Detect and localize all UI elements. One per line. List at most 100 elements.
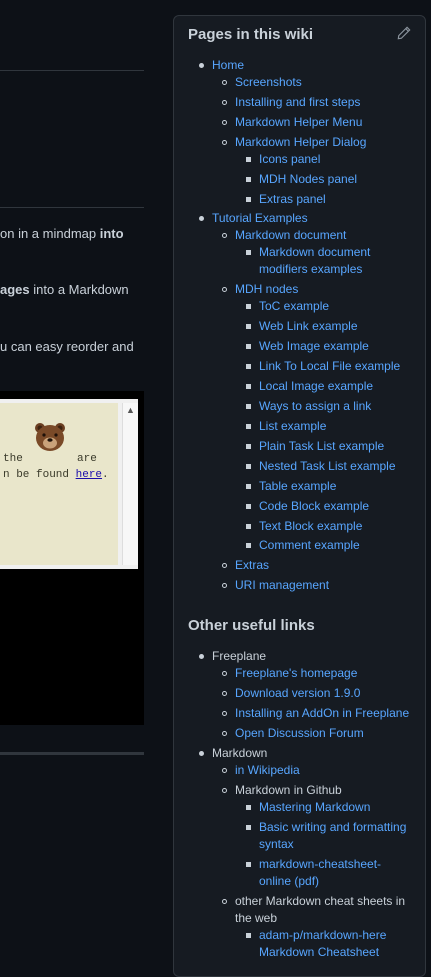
list-bullet (222, 899, 227, 904)
embedded-document: the are n be found here. (0, 403, 118, 565)
scroll-up-icon: ▲ (126, 405, 135, 415)
list-bullet (222, 287, 227, 292)
list-bullet (246, 464, 251, 469)
paragraph: u can easy reorder and (0, 339, 134, 354)
sidebar-item-plain-task-list[interactable]: Plain Task List example (259, 438, 384, 455)
paragraph: on in a mindmap into (0, 226, 124, 241)
sidebar-item-text-block[interactable]: Text Block example (259, 518, 362, 535)
link-mastering-markdown[interactable]: Mastering Markdown (259, 799, 370, 816)
section-divider (0, 70, 144, 71)
link-discussion-forum[interactable]: Open Discussion Forum (235, 725, 364, 742)
sidebar-item-helper-dialog[interactable]: Markdown Helper Dialog (235, 134, 366, 151)
sidebar-item-markdown-document[interactable]: Markdown document (235, 227, 346, 244)
wiki-sidebar: Pages in this wiki Home Screenshots Inst… (173, 15, 426, 977)
sidebar-item-toc-example[interactable]: ToC example (259, 298, 329, 315)
list-bullet (222, 563, 227, 568)
sidebar-item-installing[interactable]: Installing and first steps (235, 94, 360, 111)
embedded-line: the (3, 453, 23, 465)
paragraph-text: on in a mindmap (0, 226, 97, 241)
link-freeplane-homepage[interactable]: Freeplane's homepage (235, 665, 357, 682)
sidebar-item-doc-modifiers[interactable]: Markdown document modifiers examples (259, 244, 399, 278)
sidebar-item-tutorial-examples[interactable]: Tutorial Examples (212, 210, 308, 227)
screenshot-image: the are n be found here. ▲ (0, 391, 144, 725)
list-bullet (222, 788, 227, 793)
sidebar-item-home[interactable]: Home (212, 57, 244, 74)
list-bullet (246, 862, 251, 867)
list-bullet (222, 691, 227, 696)
link-installing-addon[interactable]: Installing an AddOn in Freeplane (235, 705, 409, 722)
sidebar-item-helper-menu[interactable]: Markdown Helper Menu (235, 114, 362, 131)
list-bullet (246, 384, 251, 389)
sidebar-item-mdh-nodes[interactable]: MDH nodes (235, 281, 298, 298)
embedded-scrollbar: ▲ (122, 403, 138, 565)
list-bullet (222, 120, 227, 125)
list-bullet (246, 324, 251, 329)
list-bullet (246, 444, 251, 449)
embedded-word: the (3, 453, 23, 465)
section-divider (0, 752, 144, 755)
list-bullet (222, 671, 227, 676)
embedded-line: are (77, 453, 97, 465)
list-bullet (222, 711, 227, 716)
link-group-freeplane: Freeplane (212, 649, 267, 663)
sidebar-item-icons-panel[interactable]: Icons panel (259, 151, 320, 168)
list-bullet (246, 197, 251, 202)
link-group-other-cheatsheets: other Markdown cheat sheets in the web (235, 894, 406, 925)
list-bullet (199, 216, 204, 221)
sidebar-item-table-example[interactable]: Table example (259, 478, 336, 495)
list-bullet (246, 250, 251, 255)
link-wikipedia[interactable]: in Wikipedia (235, 762, 300, 779)
link-download-version[interactable]: Download version 1.9.0 (235, 685, 360, 702)
sidebar-item-mdh-nodes-panel[interactable]: MDH Nodes panel (259, 171, 357, 188)
sidebar-item-local-file[interactable]: Link To Local File example (259, 358, 400, 375)
list-bullet (246, 304, 251, 309)
list-bullet (246, 543, 251, 548)
list-bullet (222, 80, 227, 85)
sidebar-item-screenshots[interactable]: Screenshots (235, 74, 302, 91)
list-bullet (222, 140, 227, 145)
list-bullet (246, 157, 251, 162)
link-group-markdown-github: Markdown in Github (235, 783, 342, 797)
sidebar-item-nested-task-list[interactable]: Nested Task List example (259, 458, 396, 475)
list-bullet (246, 825, 251, 830)
bear-icon (35, 423, 65, 451)
list-bullet (246, 344, 251, 349)
link-basic-writing[interactable]: Basic writing and formatting syntax (259, 819, 411, 853)
sidebar-item-list-example[interactable]: List example (259, 418, 326, 435)
paragraph-bold-text: into (99, 226, 124, 241)
sidebar-item-assign-link[interactable]: Ways to assign a link (259, 398, 371, 415)
section-divider (0, 207, 144, 208)
list-bullet (246, 524, 251, 529)
paragraph: ages into a Markdown (0, 282, 129, 297)
sidebar-item-uri-management[interactable]: URI management (235, 577, 329, 594)
embedded-window: the are n be found here. ▲ (0, 399, 138, 569)
embedded-word: are (77, 453, 97, 465)
pencil-icon[interactable] (397, 26, 411, 40)
sidebar-item-comment-example[interactable]: Comment example (259, 537, 360, 554)
link-adam-p-cheatsheet[interactable]: adam-p/markdown-here Markdown Cheatsheet (259, 927, 399, 961)
other-links-title: Other useful links (188, 617, 315, 634)
list-bullet (222, 100, 227, 105)
embedded-link[interactable]: here (76, 469, 102, 481)
list-bullet (246, 484, 251, 489)
paragraph-text: u can easy reorder and (0, 339, 134, 354)
sidebar-item-local-image[interactable]: Local Image example (259, 378, 373, 395)
link-cheatsheet-online[interactable]: markdown-cheatsheet-online (pdf) (259, 856, 389, 890)
list-bullet (246, 504, 251, 509)
embedded-line: n be found here. (3, 469, 109, 481)
link-group-markdown: Markdown (212, 746, 268, 760)
sidebar-item-web-image[interactable]: Web Image example (259, 338, 369, 355)
list-bullet (222, 233, 227, 238)
sidebar-item-web-link[interactable]: Web Link example (259, 318, 358, 335)
sidebar-item-extras[interactable]: Extras (235, 557, 269, 574)
sidebar-item-code-block[interactable]: Code Block example (259, 498, 369, 515)
list-bullet (199, 751, 204, 756)
list-bullet (199, 63, 204, 68)
embedded-word: . (102, 469, 109, 481)
sidebar-title: Pages in this wiki (188, 26, 314, 43)
sidebar-item-extras-panel[interactable]: Extras panel (259, 191, 326, 208)
list-bullet (246, 805, 251, 810)
embedded-word: n be found (3, 469, 70, 481)
paragraph-text: into a Markdown (33, 282, 129, 297)
paragraph-bold-text: ages (0, 282, 30, 297)
